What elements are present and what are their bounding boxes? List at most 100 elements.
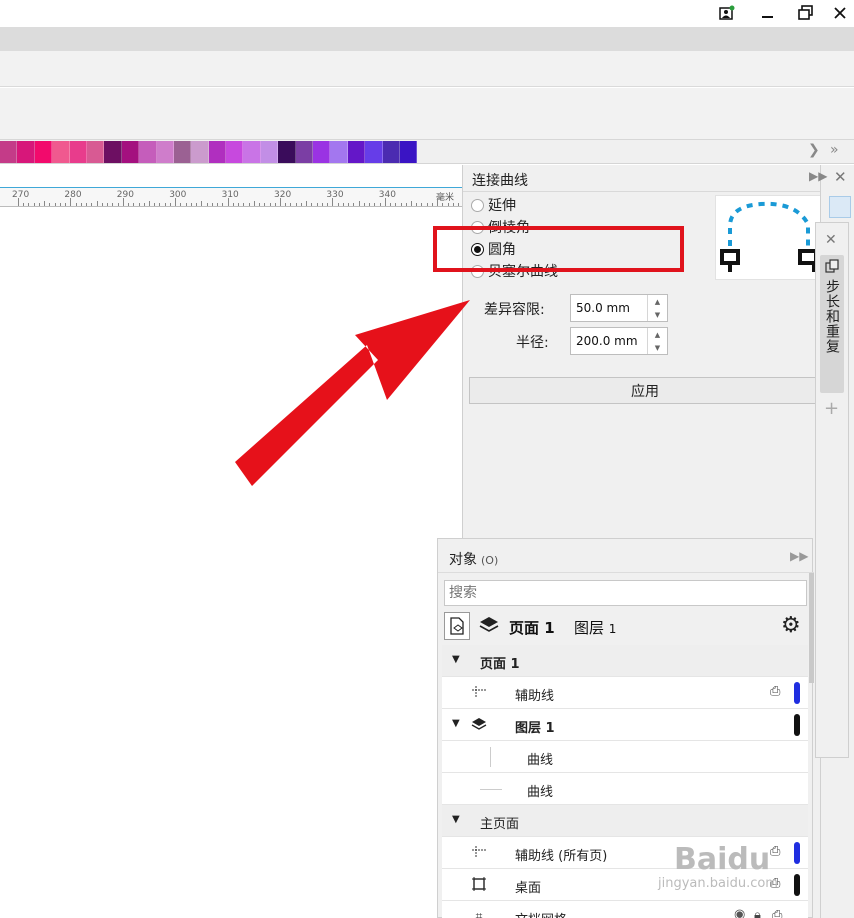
palette-swatch[interactable] — [260, 141, 279, 163]
radio-extend[interactable] — [471, 198, 484, 212]
tree-label: 桌面 — [515, 881, 542, 896]
maximize-icon[interactable] — [794, 2, 818, 24]
ruler-tick-label: 310 — [221, 190, 239, 200]
ruler-tick — [128, 203, 130, 206]
ruler-tick — [28, 203, 30, 206]
palette-swatch[interactable] — [34, 141, 53, 163]
ruler-tick — [185, 203, 187, 206]
spin-up-icon[interactable]: ▲ — [648, 295, 667, 308]
printer-icon[interactable]: ⎙ — [770, 844, 780, 859]
palette-swatch[interactable] — [139, 141, 157, 163]
docker-expand-icon[interactable]: ▶▶ — [809, 169, 827, 183]
tree-row-guides[interactable]: 辅助线 ⎙ — [442, 677, 808, 709]
palette-swatch[interactable] — [17, 141, 35, 163]
palette-expand-icon[interactable]: » — [830, 142, 839, 158]
color-palette[interactable] — [0, 141, 418, 163]
ruler-tick-label: 320 — [274, 190, 292, 200]
ruler-tick — [274, 203, 276, 206]
palette-swatch[interactable] — [156, 141, 174, 163]
step-repeat-tab-button[interactable]: 步长和重复 — [820, 255, 844, 393]
ruler-tick — [426, 203, 428, 206]
palette-swatch[interactable] — [295, 141, 314, 163]
palette-swatch[interactable] — [0, 141, 18, 163]
palette-swatch[interactable] — [226, 141, 244, 163]
ruler-tick — [300, 203, 302, 206]
palette-swatch[interactable] — [191, 141, 209, 163]
tree-row-page[interactable]: ▼ 页面 1 — [442, 645, 808, 677]
ruler-tick — [280, 198, 281, 206]
horizontal-ruler[interactable]: 毫米 270 280 290 300 310 320 330 340 — [0, 188, 462, 207]
palette-swatch[interactable] — [347, 141, 366, 163]
tolerance-value[interactable]: 50.0 mm — [571, 301, 647, 315]
color-palette-bar: ❯ » — [0, 140, 854, 164]
caret-down-icon[interactable]: ▼ — [452, 654, 460, 665]
objects-scrollbar[interactable] — [809, 573, 814, 683]
tree-row-curve[interactable]: 曲线 — [442, 773, 808, 805]
ruler-tick — [458, 203, 460, 206]
ruler-tick — [311, 203, 313, 206]
palette-swatch[interactable] — [399, 141, 418, 163]
printer-icon[interactable]: ⎙ — [772, 908, 782, 918]
apply-button[interactable]: 应用 — [469, 377, 821, 404]
palette-swatch[interactable] — [365, 141, 383, 163]
current-layer-text: 图层 — [574, 619, 605, 637]
palette-scroll-right-icon[interactable]: ❯ — [808, 142, 820, 158]
radius-stepper[interactable]: 200.0 mm ▲ ▼ — [570, 327, 668, 355]
close-icon[interactable] — [828, 2, 852, 24]
current-page-label[interactable]: 页面 1 — [509, 617, 555, 638]
ruler-tick — [400, 203, 402, 206]
page-navigator-icon[interactable] — [444, 612, 470, 640]
tolerance-stepper[interactable]: 50.0 mm ▲ ▼ — [570, 294, 668, 322]
eye-icon[interactable]: ◉ — [734, 907, 745, 918]
spin-down-icon[interactable]: ▼ — [648, 308, 667, 321]
tree-row-curve[interactable]: 曲线 — [442, 741, 808, 773]
ruler-tick — [447, 203, 449, 206]
palette-swatch[interactable] — [121, 141, 140, 163]
ruler-tick — [227, 198, 229, 206]
gear-icon[interactable]: ⚙ — [781, 613, 801, 638]
current-layer-label[interactable]: 图层 1 — [574, 617, 616, 638]
ruler-tick — [211, 203, 213, 206]
palette-swatch[interactable] — [313, 141, 331, 163]
tree-row-doc-grid[interactable]: ⌗ 文档网格 ◉ 🔒︎ ⎙ — [442, 901, 808, 918]
palette-swatch[interactable] — [243, 141, 261, 163]
printer-icon[interactable]: ⎙ — [770, 684, 780, 699]
docker-close-icon[interactable]: ✕ — [834, 168, 847, 186]
spin-up-icon[interactable]: ▲ — [648, 328, 667, 341]
expand-icon[interactable]: ▶▶ — [790, 549, 808, 563]
caret-down-icon[interactable]: ▼ — [452, 814, 460, 825]
palette-swatch[interactable] — [382, 141, 400, 163]
connect-tab-icon[interactable] — [829, 196, 851, 218]
palette-swatch[interactable] — [104, 141, 122, 163]
ruler-tick-label: 300 — [169, 190, 187, 200]
radius-value[interactable]: 200.0 mm — [571, 334, 647, 348]
caret-down-icon[interactable]: ▼ — [452, 718, 460, 729]
palette-swatch[interactable] — [208, 141, 227, 163]
layers-icon — [478, 615, 500, 639]
option-extend[interactable]: 延伸 — [471, 195, 516, 215]
close-icon[interactable]: ✕ — [825, 232, 837, 248]
ruler-tick — [117, 203, 119, 206]
help-window-icon[interactable] — [715, 2, 739, 24]
ruler-tick — [143, 203, 145, 206]
menu-bar — [0, 27, 854, 51]
ruler-tick — [138, 203, 140, 206]
ruler-tick — [306, 201, 308, 206]
lock-icon[interactable]: 🔒︎ — [754, 908, 761, 918]
plus-icon[interactable]: + — [824, 398, 839, 419]
palette-swatch[interactable] — [69, 141, 87, 163]
step-repeat-tab: ✕ 步长和重复 + — [815, 222, 849, 758]
palette-swatch[interactable] — [330, 141, 348, 163]
objects-search-input[interactable] — [444, 580, 807, 606]
spin-down-icon[interactable]: ▼ — [648, 341, 667, 354]
ruler-tick — [159, 203, 161, 206]
palette-swatch[interactable] — [278, 141, 296, 163]
tree-row-master-page[interactable]: ▼ 主页面 — [442, 805, 808, 837]
ruler-tick — [437, 198, 439, 206]
palette-swatch[interactable] — [52, 141, 70, 163]
tree-row-layer[interactable]: ▼ 图层 1 — [442, 709, 808, 741]
palette-swatch[interactable] — [86, 141, 105, 163]
ruler-tick — [290, 203, 292, 206]
palette-swatch[interactable] — [173, 141, 192, 163]
minimize-icon[interactable] — [756, 2, 780, 24]
